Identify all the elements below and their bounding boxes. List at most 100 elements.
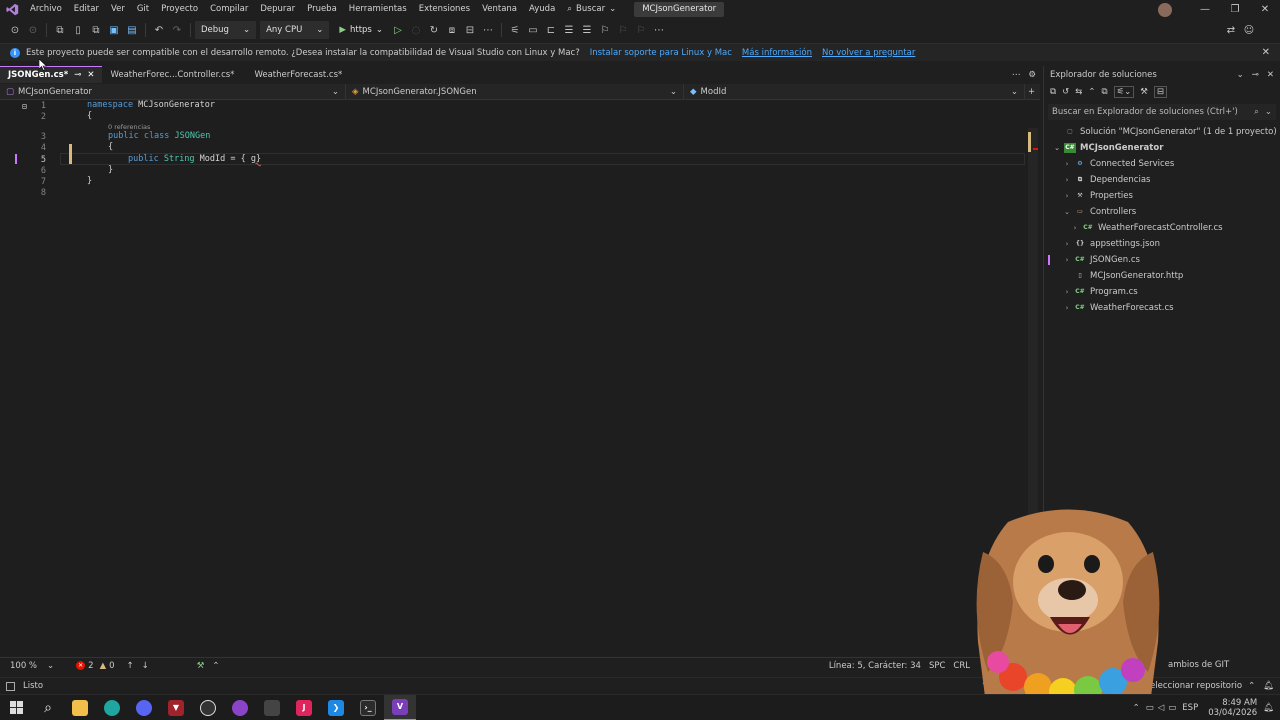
- brush-icon[interactable]: ⚒: [197, 661, 205, 671]
- tab-jsongen[interactable]: JSONGen.cs* ⊸ ✕: [0, 66, 103, 83]
- close-icon[interactable]: ✕: [1267, 70, 1274, 80]
- member-dropdown[interactable]: ◆ ModId ⌄: [684, 83, 1025, 100]
- errors-indicator[interactable]: ✕ 2: [76, 661, 94, 671]
- chevron-down-icon[interactable]: ⌄: [1237, 70, 1244, 80]
- file-explorer-icon[interactable]: [64, 695, 96, 720]
- discord-icon[interactable]: [128, 695, 160, 720]
- git-changes-label[interactable]: ambios de GIT: [1168, 660, 1229, 670]
- menu-editar[interactable]: Editar: [68, 0, 105, 19]
- more-icon[interactable]: ⋯: [479, 21, 497, 39]
- type-dropdown[interactable]: ◈ MCJsonGenerator.JSONGen ⌄: [346, 83, 684, 100]
- warnings-indicator[interactable]: ▲ 0: [100, 661, 115, 671]
- more-icon[interactable]: ⋯: [650, 21, 668, 39]
- menu-herramientas[interactable]: Herramientas: [343, 0, 413, 19]
- references-codelens[interactable]: 0 referencias: [108, 123, 150, 131]
- app-window-icon[interactable]: [256, 695, 288, 720]
- close-icon[interactable]: ✕: [1262, 47, 1270, 58]
- indent-icon[interactable]: ☰: [560, 21, 578, 39]
- chevron-up-icon[interactable]: ⌃: [1133, 703, 1140, 713]
- bookmark-prev-icon[interactable]: ⚐: [614, 21, 632, 39]
- chevron-up-icon[interactable]: ⌃: [1248, 681, 1255, 691]
- run-button[interactable]: ▶ https ⌄: [333, 21, 389, 39]
- vscode-icon[interactable]: ❯: [320, 695, 352, 720]
- save-icon[interactable]: ▣: [105, 21, 123, 39]
- configuration-dropdown[interactable]: Debug ⌄: [195, 21, 257, 39]
- output-icon[interactable]: [6, 681, 15, 691]
- tree-item-http[interactable]: ▯ MCJsonGenerator.http: [1072, 268, 1183, 283]
- never-ask-link[interactable]: No volver a preguntar: [822, 48, 915, 58]
- menu-compilar[interactable]: Compilar: [204, 0, 254, 19]
- volume-icon[interactable]: ◁: [1158, 703, 1165, 713]
- refresh-icon[interactable]: ↻: [425, 21, 443, 39]
- whitespace-indicator[interactable]: SPC: [929, 661, 945, 671]
- language-indicator[interactable]: ESP: [1182, 703, 1198, 713]
- visual-studio-logo-icon[interactable]: [0, 0, 24, 19]
- user-avatar[interactable]: [1158, 2, 1172, 17]
- solution-search-input[interactable]: Buscar en Explorador de soluciones (Ctrl…: [1048, 104, 1276, 120]
- layout-icon[interactable]: ⊟: [461, 21, 479, 39]
- close-icon[interactable]: ✕: [87, 70, 94, 80]
- menu-archivo[interactable]: Archivo: [24, 0, 68, 19]
- collapse-all-icon[interactable]: ⌃: [1088, 87, 1095, 97]
- project-dropdown[interactable]: ▢ MCJsonGenerator ⌄: [0, 83, 346, 100]
- obs-icon[interactable]: [192, 695, 224, 720]
- format-icon[interactable]: ⚟: [506, 21, 524, 39]
- tree-solution[interactable]: ▢ Solución "MCJsonGenerator" (1 de 1 pro…: [1062, 124, 1277, 139]
- jetbrains-icon[interactable]: J: [288, 695, 320, 720]
- start-button[interactable]: [0, 695, 32, 720]
- search-icon[interactable]: ⌕: [32, 695, 64, 720]
- redo-icon[interactable]: ↷: [168, 21, 186, 39]
- chevron-up-icon[interactable]: ⌃: [212, 661, 219, 671]
- tree-item-jsongen[interactable]: › C# JSONGen.cs: [1062, 252, 1140, 267]
- zoom-dropdown[interactable]: 100 % ⌄: [10, 661, 54, 671]
- tree-item-appsettings[interactable]: › {} appsettings.json: [1062, 236, 1160, 251]
- menu-ventana[interactable]: Ventana: [476, 0, 523, 19]
- search-menu[interactable]: ⌕ Buscar ⌄: [561, 0, 622, 19]
- terminal-icon[interactable]: ›_: [352, 695, 384, 720]
- code-editor[interactable]: ⊟ 1 2 3 4 5 6 7 8 namespace MCJsonGenera…: [0, 100, 1040, 656]
- arrow-down-icon[interactable]: ↓: [142, 661, 149, 671]
- more-info-link[interactable]: Más información: [742, 48, 812, 58]
- tree-item-dependencies[interactable]: › ⧉ Dependencias: [1062, 172, 1151, 187]
- filter-icon[interactable]: ⚟⌄: [1113, 86, 1135, 98]
- browser-icon[interactable]: ⧈: [443, 21, 461, 39]
- tree-item-weatherforecast[interactable]: › C# WeatherForecast.cs: [1062, 300, 1174, 315]
- new-file-icon[interactable]: ▯: [69, 21, 87, 39]
- menu-git[interactable]: Git: [131, 0, 155, 19]
- edge-icon[interactable]: [96, 695, 128, 720]
- menu-ayuda[interactable]: Ayuda: [523, 0, 561, 19]
- bookmark-icon[interactable]: ⚐: [596, 21, 614, 39]
- menu-proyecto[interactable]: Proyecto: [155, 0, 204, 19]
- switch-views-icon[interactable]: ⧉: [1050, 87, 1056, 97]
- split-icon[interactable]: +: [1028, 87, 1035, 97]
- settings-icon[interactable]: ⚙: [1028, 70, 1036, 80]
- minimize-icon[interactable]: —: [1190, 4, 1220, 15]
- cursor-position[interactable]: Línea: 5, Carácter: 34: [829, 661, 921, 671]
- new-project-icon[interactable]: ⧉: [51, 21, 69, 39]
- back-icon[interactable]: ⊙: [6, 21, 24, 39]
- notification-icon[interactable]: 🔔︎: [1263, 703, 1274, 713]
- close-window-icon[interactable]: ✕: [1250, 4, 1280, 15]
- pin-icon[interactable]: ⊸: [1252, 70, 1259, 80]
- tree-item-weatherforecastcontroller[interactable]: › C# WeatherForecastController.cs: [1070, 220, 1223, 235]
- tab-list-icon[interactable]: ⋯: [1012, 70, 1021, 80]
- properties-icon[interactable]: ⚒: [1140, 87, 1148, 97]
- visual-studio-icon[interactable]: V: [384, 694, 416, 720]
- tree-item-connected-services[interactable]: › ⚙ Connected Services: [1062, 156, 1175, 171]
- restore-icon[interactable]: ❐: [1220, 4, 1250, 15]
- uncomment-icon[interactable]: ⊏: [542, 21, 560, 39]
- tree-item-program[interactable]: › C# Program.cs: [1062, 284, 1138, 299]
- comment-icon[interactable]: ▭: [524, 21, 542, 39]
- bookmark-next-icon[interactable]: ⚐: [632, 21, 650, 39]
- network-icon[interactable]: ▭: [1146, 703, 1154, 713]
- menu-ver[interactable]: Ver: [105, 0, 131, 19]
- platform-dropdown[interactable]: Any CPU ⌄: [260, 21, 330, 39]
- pin-icon[interactable]: ⊸: [74, 70, 81, 80]
- menu-depurar[interactable]: Depurar: [254, 0, 301, 19]
- battery-icon[interactable]: ▭: [1168, 703, 1176, 713]
- notifications-icon[interactable]: 🔔︎: [1263, 681, 1274, 691]
- show-all-files-icon[interactable]: ⧉: [1101, 87, 1107, 97]
- outdent-icon[interactable]: ☰: [578, 21, 596, 39]
- copilot-icon[interactable]: ☺: [1240, 21, 1258, 39]
- forward-icon[interactable]: ⊙: [24, 21, 42, 39]
